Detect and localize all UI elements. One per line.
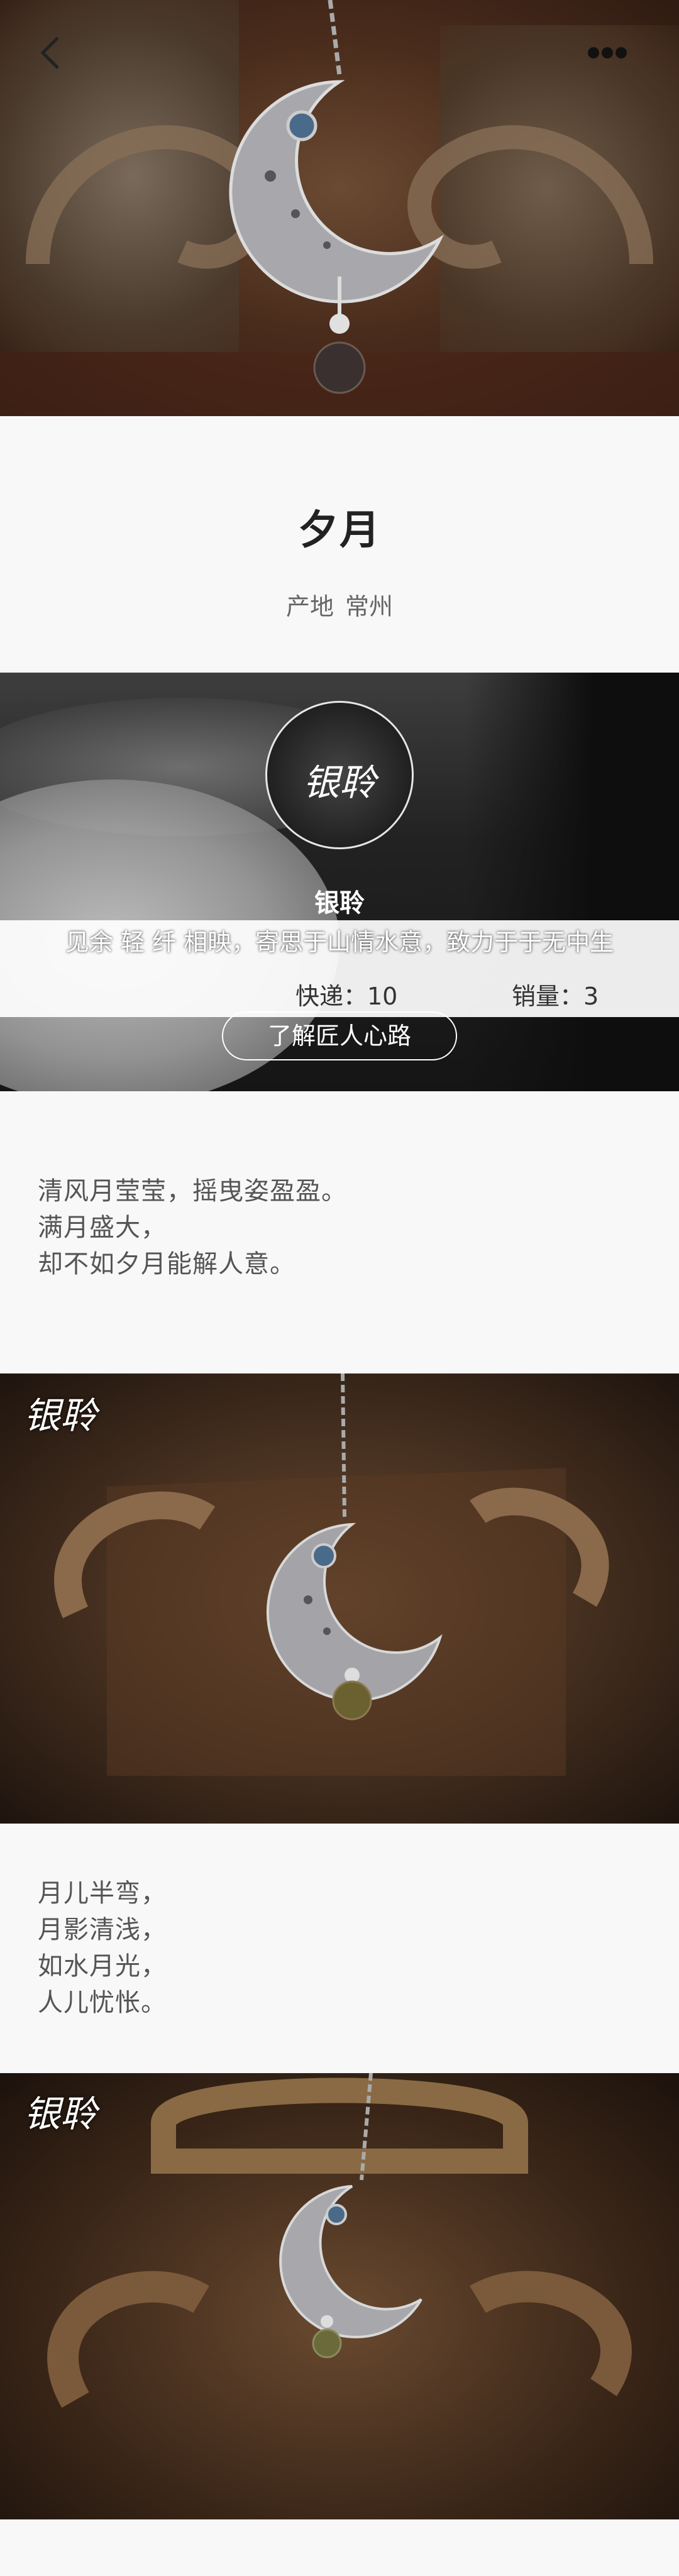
poem-line: 如水月光， — [38, 1952, 167, 1981]
brand-watermark: 银聆 — [24, 1394, 97, 1437]
back-arrow-icon — [40, 36, 59, 69]
poem-line: 却不如夕月能解人意。 — [38, 1250, 295, 1279]
delivery-fee: 快递：10 — [295, 983, 398, 1010]
more-button[interactable] — [585, 30, 630, 75]
learn-artisan-button[interactable]: 了解匠人心路 — [222, 1011, 457, 1060]
poem-line: 月儿半弯， — [38, 1879, 167, 1908]
avatar-logo: 银聆 — [302, 761, 376, 804]
pendant-illustration — [0, 0, 679, 416]
product-photo-1: 银聆 — [0, 1373, 679, 1824]
product-origin: 产地 常州 — [0, 587, 679, 622]
product-title: 夕月 — [298, 507, 381, 554]
poem-line: 月影清浅， — [38, 1915, 167, 1944]
product-photo-2: 银聆 — [0, 2073, 679, 2519]
artisan-description: 见余 轻 纤 相映，寄思于山情水意，致力于于无中生 — [65, 928, 614, 956]
artisan-name: 银聆 — [314, 889, 365, 918]
poem-line: 人儿忧怅。 — [38, 1988, 167, 2017]
poem-text-2: 月儿半弯， 月影清浅， 如水月光， 人儿忧怅。 — [38, 1875, 167, 2021]
sales-count: 销量：3 — [512, 983, 599, 1010]
origin-value: 常州 — [345, 593, 394, 620]
poem-text-1: 清风月莹莹，摇曳姿盈盈。 满月盛大， 却不如夕月能解人意。 — [38, 1173, 347, 1282]
origin-label: 产地 — [285, 593, 334, 620]
poem-section-1: 清风月莹莹，摇曳姿盈盈。 满月盛大， 却不如夕月能解人意。 — [0, 1091, 679, 1373]
poem-line: 满月盛大， — [38, 1213, 167, 1242]
poem-section-2: 月儿半弯， 月影清浅， 如水月光， 人儿忧怅。 — [0, 1824, 679, 2073]
title-section: 夕月 产地 常州 — [0, 416, 679, 673]
more-dots-icon — [588, 47, 627, 58]
poem-line: 清风月莹莹，摇曳姿盈盈。 — [38, 1177, 347, 1206]
brand-watermark: 银聆 — [24, 2093, 97, 2135]
hero-image — [0, 0, 679, 416]
artisan-avatar[interactable]: 银聆 — [265, 701, 414, 849]
back-button[interactable] — [29, 30, 74, 75]
